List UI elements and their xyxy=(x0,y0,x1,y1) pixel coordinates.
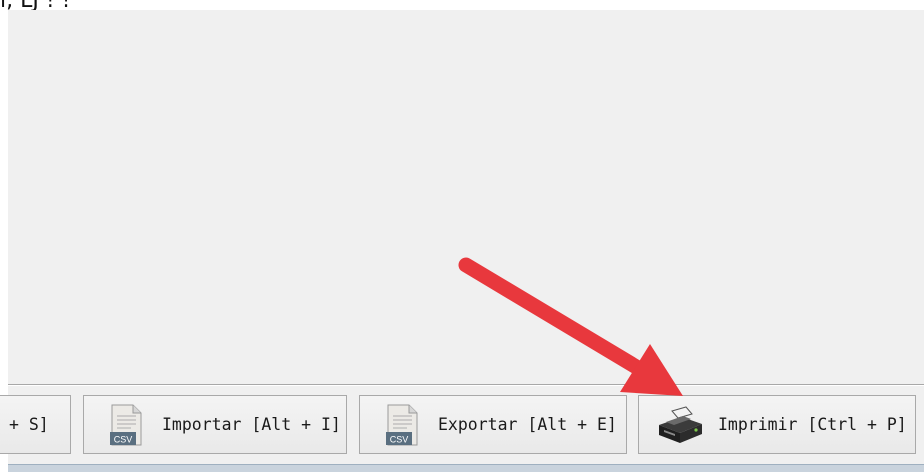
export-button-label: Exportar [Alt + E] xyxy=(438,415,617,434)
content-area xyxy=(8,10,924,384)
save-button-label: + S] xyxy=(9,415,49,434)
printer-icon xyxy=(659,405,702,443)
import-button-label: Importar [Alt + I] xyxy=(162,415,341,434)
cropped-window-title: ı, LJ ! ! xyxy=(0,0,71,13)
export-button[interactable]: CSV Exportar [Alt + E] xyxy=(359,395,627,454)
save-button[interactable]: + S] xyxy=(0,395,71,454)
print-button[interactable]: Imprimir [Ctrl + P] xyxy=(638,395,916,454)
csv-badge-text: CSV xyxy=(114,434,133,444)
toolbar-divider xyxy=(8,385,924,386)
print-button-label: Imprimir [Ctrl + P] xyxy=(718,415,907,434)
csv-badge-text: CSV xyxy=(390,434,409,444)
csv-file-icon: CSV xyxy=(386,404,418,445)
import-button[interactable]: CSV Importar [Alt + I] xyxy=(83,395,347,454)
csv-file-icon: CSV xyxy=(110,404,142,445)
